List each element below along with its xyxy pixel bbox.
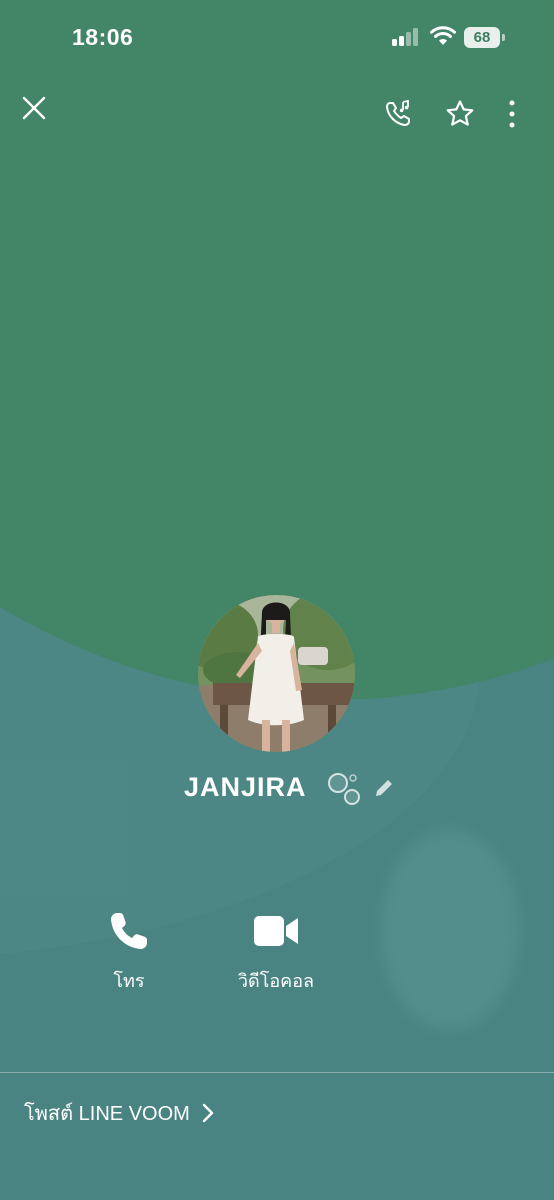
- profile-avatar[interactable]: [198, 595, 355, 752]
- more-vertical-icon: [509, 100, 515, 128]
- line-voom-label: โพสต์ LINE VOOM: [24, 1103, 190, 1125]
- status-bar: 18:06 68: [0, 0, 554, 76]
- phone-music-icon: [386, 99, 410, 126]
- avatar-photo: [198, 595, 355, 752]
- more-options-button[interactable]: [498, 94, 526, 134]
- status-time: 18:06: [72, 24, 134, 50]
- battery-icon: 68: [464, 27, 506, 48]
- star-icon: [446, 100, 474, 126]
- chevron-right-icon: [202, 1103, 214, 1123]
- edit-pencil-icon[interactable]: [372, 776, 396, 800]
- video-call-label: วิดีโอคอล: [237, 971, 315, 991]
- favorite-button[interactable]: [440, 94, 480, 134]
- profile-name: JANJIRA: [184, 772, 307, 802]
- status-bubbles-icon[interactable]: [325, 768, 365, 808]
- profile-name-row: JANJIRA: [0, 768, 554, 812]
- call-action[interactable]: โทร: [69, 906, 189, 996]
- battery-level: 68: [464, 27, 500, 48]
- video-call-action[interactable]: วิดีโอคอล: [216, 906, 336, 996]
- phone-icon: [111, 913, 147, 949]
- call-label: โทร: [113, 971, 145, 991]
- ringtone-button[interactable]: [378, 94, 418, 134]
- cellular-signal-icon: [392, 28, 422, 46]
- top-bar: [0, 86, 554, 142]
- close-icon: [22, 96, 46, 120]
- close-button[interactable]: [16, 90, 52, 126]
- video-camera-icon: [254, 916, 298, 946]
- wifi-icon: [429, 25, 457, 47]
- line-voom-posts-link[interactable]: โพสต์ LINE VOOM: [24, 1098, 214, 1128]
- section-divider: [0, 1072, 554, 1073]
